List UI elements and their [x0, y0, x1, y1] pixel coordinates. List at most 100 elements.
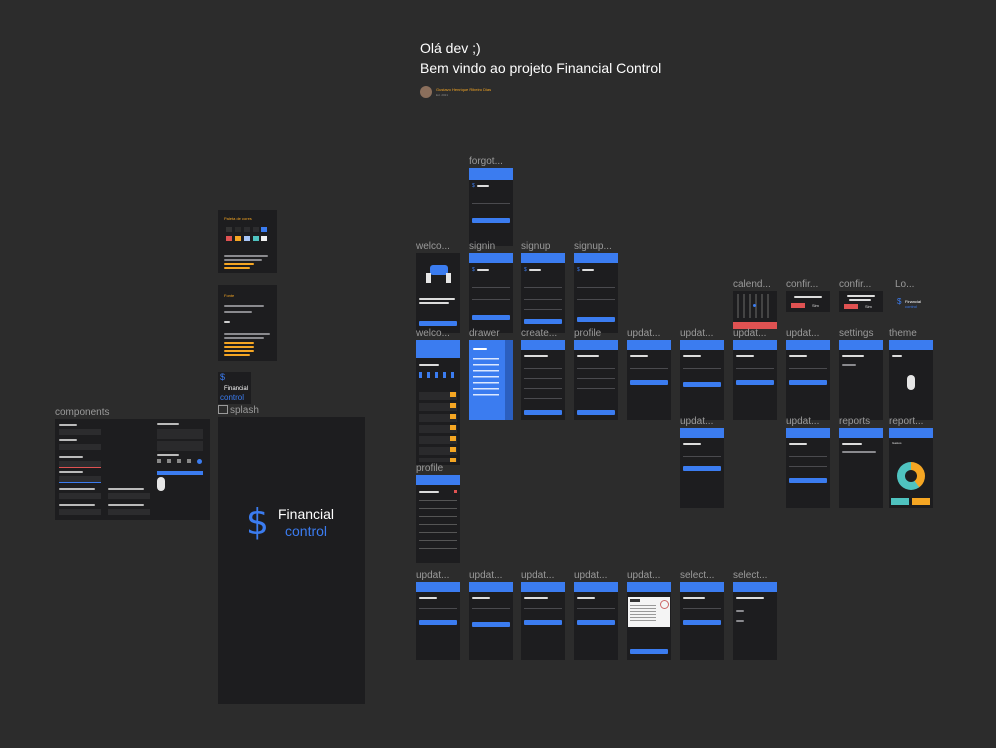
confirm2-frame[interactable]: Sim [839, 291, 883, 312]
greeting-title: Olá dev ;) [420, 40, 481, 56]
label-updat-b2: updat... [469, 570, 503, 581]
link-line [224, 263, 254, 265]
text-line [59, 439, 77, 441]
create-frame[interactable] [521, 340, 565, 420]
profile-frame[interactable] [416, 475, 460, 563]
swatch [244, 236, 250, 241]
label-updat-b4: updat... [574, 570, 608, 581]
fonts-card[interactable]: Fonte [218, 285, 277, 361]
link-line [224, 350, 254, 352]
logo-small-frame[interactable]: $ Financial control [218, 372, 251, 404]
label-updat-b1: updat... [416, 570, 450, 581]
label-welco1: welco... [416, 241, 450, 252]
update-frame[interactable] [786, 428, 830, 508]
select-frame[interactable] [680, 582, 724, 660]
label-confir1: confir... [786, 279, 819, 290]
donut-chart [897, 462, 925, 490]
label-welco2: welco... [416, 328, 450, 339]
text-line [108, 488, 144, 490]
reports-chart-title: Gastos [892, 441, 902, 445]
label-reports: reports [839, 416, 871, 427]
card-sample [157, 429, 203, 439]
palette-title: Paleta de cores [224, 216, 252, 221]
input-sample [59, 461, 101, 468]
text-line [224, 305, 264, 307]
label-signup: signup [521, 241, 551, 252]
theme-frame[interactable] [889, 340, 933, 420]
receipt-image [628, 597, 670, 627]
welcome-title: Bem vindo ao projeto Financial Control [420, 60, 662, 76]
text-line [59, 456, 83, 458]
update-frame[interactable] [416, 582, 460, 660]
update-frame[interactable] [733, 340, 777, 420]
update-frame[interactable] [680, 340, 724, 420]
components-frame[interactable] [55, 419, 210, 520]
welcome1-frame[interactable] [416, 253, 460, 333]
text-line [224, 333, 270, 335]
link-line [224, 342, 254, 344]
confirm1-frame[interactable]: Sim [786, 291, 830, 312]
signin-frame[interactable]: $ [469, 253, 513, 333]
label-select2: select... [733, 570, 768, 581]
update-frame[interactable] [680, 428, 724, 508]
input-sample [59, 476, 101, 483]
update-frame[interactable] [521, 582, 565, 660]
update-frame[interactable] [574, 582, 618, 660]
logo-dollar-icon: $ [897, 297, 902, 306]
splash-frame[interactable]: $ Financial control [218, 417, 365, 704]
calendar-frame[interactable] [733, 291, 777, 329]
swatch [253, 236, 259, 241]
link-line [224, 354, 250, 356]
label-updat-r2: updat... [680, 416, 714, 427]
label-updat-r2b: updat... [786, 416, 820, 427]
update-frame[interactable] [786, 340, 830, 420]
label-settings: settings [839, 328, 874, 339]
update-frame[interactable] [627, 340, 671, 420]
input-sample [108, 493, 150, 499]
input-sample [59, 509, 101, 515]
forgot-frame[interactable]: $ [469, 168, 513, 246]
label-theme: theme [889, 328, 917, 339]
button-sample [157, 471, 203, 475]
label-reports2: report... [889, 416, 924, 427]
settings-frame[interactable] [839, 340, 883, 420]
text-line [157, 423, 179, 425]
author-avatar [420, 86, 432, 98]
palette-card[interactable]: Paleta de cores [218, 210, 277, 273]
toggle-sample [157, 477, 165, 491]
update-receipt-frame[interactable] [627, 582, 671, 660]
signup-frame[interactable]: $ [521, 253, 565, 333]
label-confir2: confir... [839, 279, 872, 290]
theme-toggle[interactable] [907, 375, 915, 390]
dollar-logo-icon: $ [246, 502, 269, 543]
label-splash: splash [218, 405, 259, 416]
text-line [157, 454, 179, 456]
splash-brand-bottom: control [285, 523, 328, 539]
swatch [261, 227, 267, 232]
dashboard-frame[interactable] [416, 340, 460, 465]
logo-name-top: Financial [224, 386, 249, 392]
label-updat-r1a: updat... [627, 328, 661, 339]
text-line [224, 259, 262, 261]
label-signin: signin [469, 241, 496, 252]
label-updat-b5: updat... [627, 570, 661, 581]
logo-text-bottom: control [905, 304, 918, 309]
logo-name-bottom: control [220, 393, 245, 402]
legend-card [891, 498, 909, 505]
select2-frame[interactable] [733, 582, 777, 660]
swatch [226, 236, 232, 241]
label-select1: select... [680, 570, 715, 581]
text-line [224, 321, 230, 323]
reports-frame[interactable] [839, 428, 883, 508]
drawer-frame[interactable] [469, 340, 513, 420]
swatch [261, 236, 267, 241]
label-profile: profile [416, 463, 444, 474]
profile-view-frame[interactable] [574, 340, 618, 420]
update-frame[interactable] [469, 582, 513, 660]
fonts-title: Fonte [224, 293, 235, 298]
swatch [235, 236, 241, 241]
text-line [59, 471, 83, 473]
reports-chart-frame[interactable]: Gastos [889, 428, 933, 508]
signup2-frame[interactable]: $ [574, 253, 618, 333]
input-sample [59, 444, 101, 450]
